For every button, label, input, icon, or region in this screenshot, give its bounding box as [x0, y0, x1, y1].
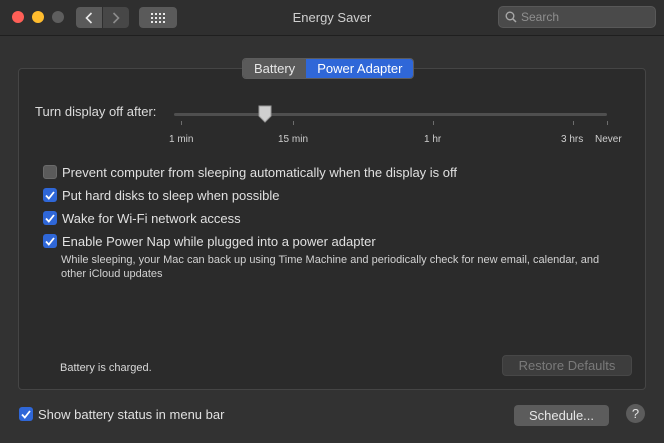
- prevent-sleep-label: Prevent computer from sleeping automatic…: [62, 164, 458, 180]
- battery-status-text: Battery is charged.: [60, 362, 152, 374]
- power-nap-checkbox[interactable]: [43, 234, 57, 248]
- power-nap-option[interactable]: Enable Power Nap while plugged into a po…: [43, 232, 376, 250]
- checkmark-icon: [21, 409, 31, 419]
- search-input[interactable]: [521, 9, 651, 25]
- power-source-tabs: Battery Power Adapter: [242, 58, 415, 79]
- wifi-wake-option[interactable]: Wake for Wi-Fi network access: [43, 209, 241, 227]
- help-button[interactable]: ?: [626, 404, 645, 423]
- tab-battery[interactable]: Battery: [243, 59, 307, 78]
- slider-tick: [433, 121, 434, 125]
- tick-label-1-hr: 1 hr: [424, 134, 442, 145]
- wifi-wake-label: Wake for Wi-Fi network access: [62, 210, 241, 226]
- display-off-slider-thumb[interactable]: [258, 105, 272, 123]
- display-off-slider-track[interactable]: [174, 113, 607, 116]
- restore-defaults-button[interactable]: Restore Defaults: [502, 355, 632, 376]
- tick-label-1-min: 1 min: [169, 134, 194, 145]
- tick-label-15-min: 15 min: [278, 134, 309, 145]
- disk-sleep-label: Put hard disks to sleep when possible: [62, 187, 280, 203]
- checkmark-icon: [45, 190, 55, 200]
- slider-tick: [607, 121, 608, 125]
- schedule-button[interactable]: Schedule...: [514, 405, 609, 426]
- tab-power-adapter[interactable]: Power Adapter: [306, 59, 414, 78]
- show-battery-checkbox[interactable]: [19, 407, 33, 421]
- wifi-wake-checkbox[interactable]: [43, 211, 57, 225]
- slider-tick: [293, 121, 294, 125]
- tick-label-never: Never: [595, 134, 622, 145]
- power-nap-description: While sleeping, your Mac can back up usi…: [61, 254, 600, 280]
- show-battery-label: Show battery status in menu bar: [38, 406, 225, 422]
- title-bar: Energy Saver: [0, 0, 664, 36]
- slider-tick: [573, 121, 574, 125]
- prevent-sleep-option[interactable]: Prevent computer from sleeping automatic…: [43, 163, 457, 181]
- power-nap-label: Enable Power Nap while plugged into a po…: [62, 233, 376, 249]
- checkmark-icon: [45, 213, 55, 223]
- prevent-sleep-checkbox[interactable]: [43, 165, 57, 179]
- slider-tick: [181, 121, 182, 125]
- disk-sleep-checkbox[interactable]: [43, 188, 57, 202]
- checkmark-icon: [45, 236, 55, 246]
- search-icon: [505, 11, 517, 23]
- tick-label-3-hrs: 3 hrs: [561, 134, 584, 145]
- search-field[interactable]: [498, 6, 656, 28]
- display-off-label: Turn display off after:: [35, 104, 157, 119]
- disk-sleep-option[interactable]: Put hard disks to sleep when possible: [43, 186, 280, 204]
- show-battery-option[interactable]: Show battery status in menu bar: [19, 405, 224, 423]
